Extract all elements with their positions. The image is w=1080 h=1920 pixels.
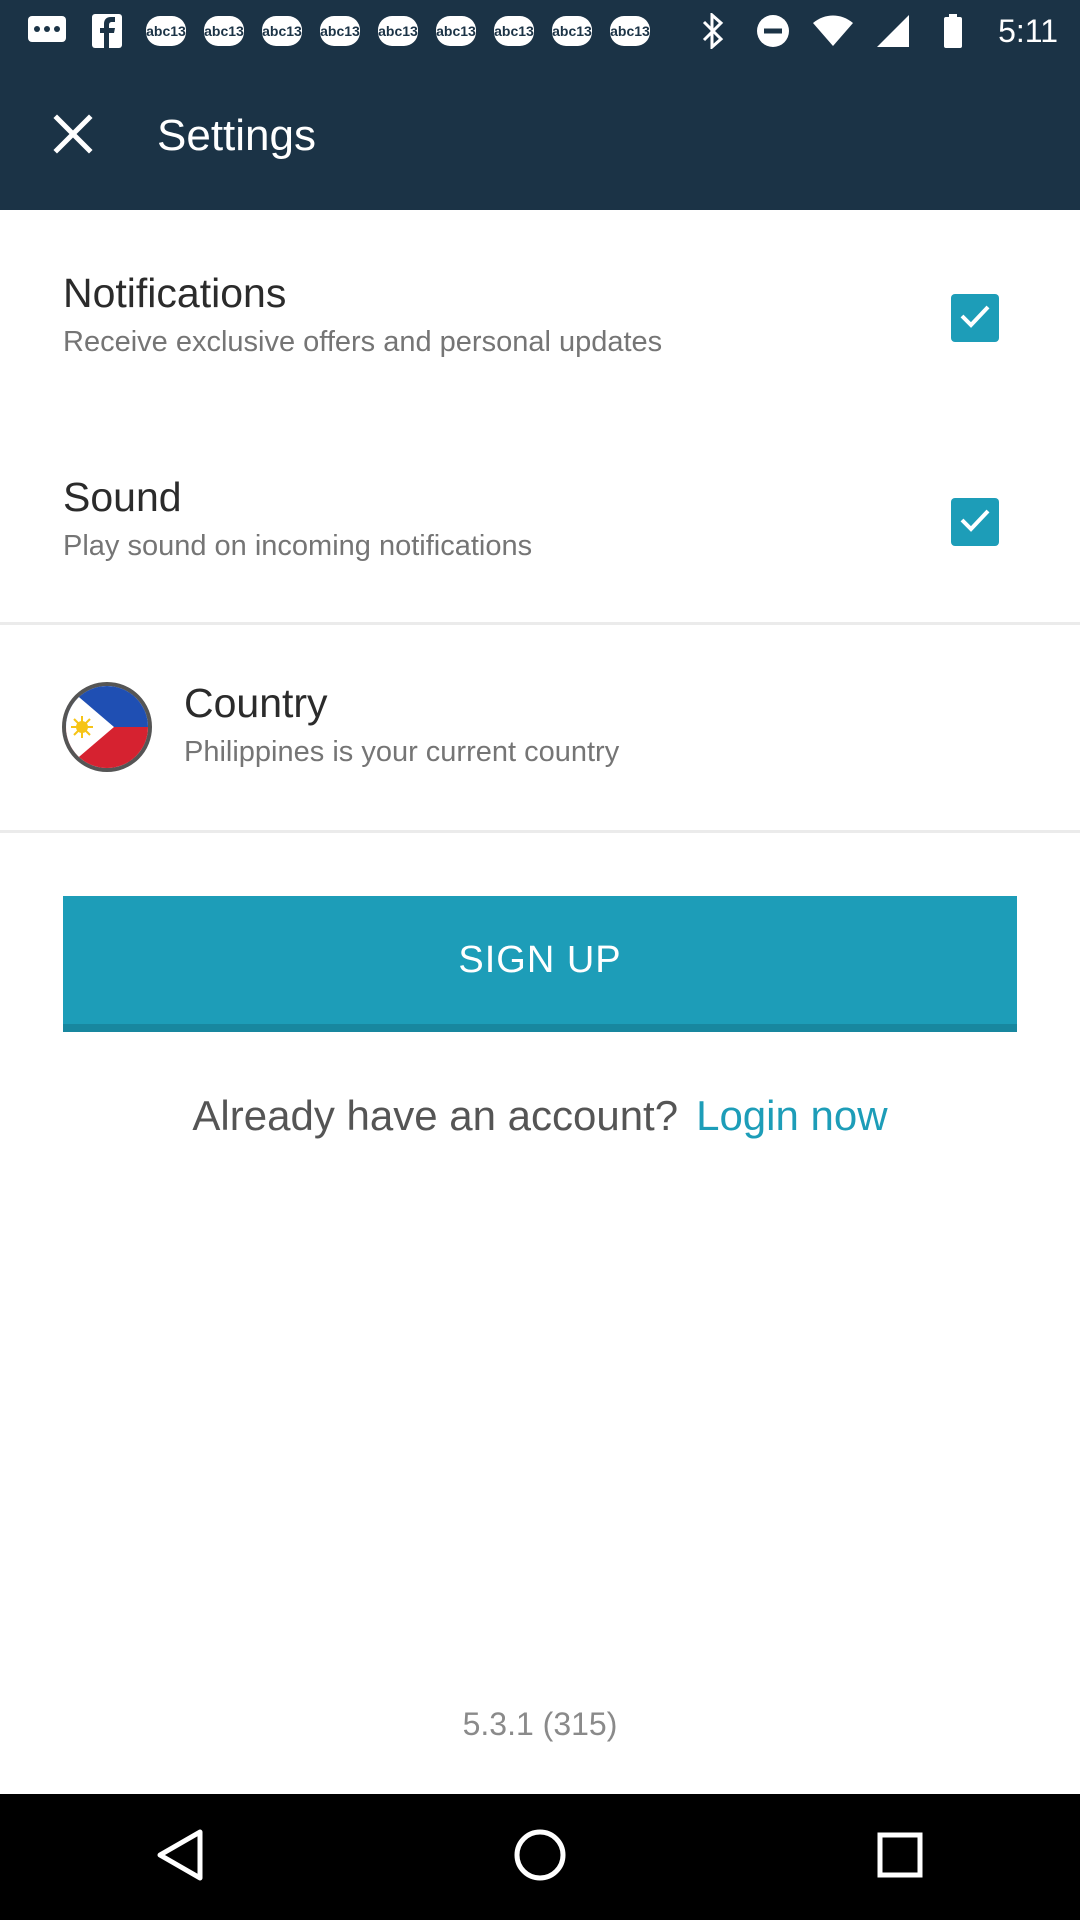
check-icon (959, 507, 991, 538)
divider (0, 830, 1080, 833)
signal-icon (872, 14, 914, 48)
status-right-icons: 5:11 (692, 13, 1058, 50)
country-setting[interactable]: Country Philippines is your current coun… (0, 626, 1080, 830)
sound-setting[interactable]: Sound Play sound on incoming notificatio… (0, 444, 1080, 614)
divider (0, 622, 1080, 625)
abc13-icon: abc13 (320, 16, 360, 46)
sign-up-button[interactable]: SIGN UP (63, 896, 1017, 1032)
check-icon (959, 303, 991, 334)
do-not-disturb-icon (752, 14, 794, 48)
abc13-icon: abc13 (378, 16, 418, 46)
status-bar: abc13 abc13 abc13 abc13 abc13 abc13 abc1… (0, 0, 1080, 62)
abc13-icon: abc13 (552, 16, 592, 46)
notifications-title: Notifications (63, 270, 287, 316)
app-version: 5.3.1 (315) (462, 1706, 618, 1742)
login-prompt: Already have an account? Login now (0, 1092, 1080, 1140)
sound-title: Sound (63, 474, 182, 520)
battery-icon (932, 14, 974, 48)
close-button[interactable] (23, 86, 123, 186)
abc13-icon: abc13 (204, 16, 244, 46)
home-button[interactable] (490, 1807, 590, 1907)
notifications-setting[interactable]: Notifications Receive exclusive offers a… (0, 240, 1080, 410)
close-icon (53, 113, 93, 159)
abc13-icon: abc13 (610, 16, 650, 46)
abc13-icon: abc13 (436, 16, 476, 46)
home-icon (513, 1828, 567, 1887)
login-prompt-text: Already have an account? (192, 1092, 679, 1139)
country-title: Country (184, 680, 328, 726)
login-now-link[interactable]: Login now (696, 1092, 887, 1139)
wifi-icon (812, 14, 854, 48)
facebook-icon (86, 14, 128, 48)
status-time: 5:11 (998, 12, 1058, 49)
message-icon (26, 14, 68, 48)
philippines-flag-icon (62, 682, 152, 772)
back-button[interactable] (130, 1807, 230, 1907)
sound-subtitle: Play sound on incoming notifications (63, 530, 533, 562)
abc13-icon: abc13 (146, 16, 186, 46)
bluetooth-icon (692, 13, 734, 49)
page-title: Settings (157, 111, 316, 160)
abc13-icon: abc13 (494, 16, 534, 46)
back-icon (156, 1828, 204, 1887)
sound-checkbox[interactable] (951, 498, 999, 546)
notifications-subtitle: Receive exclusive offers and personal up… (63, 326, 663, 358)
abc13-icon: abc13 (262, 16, 302, 46)
navigation-bar (0, 1794, 1080, 1920)
recent-apps-button[interactable] (850, 1807, 950, 1907)
recent-apps-icon (876, 1831, 924, 1884)
app-bar: Settings (0, 62, 1080, 210)
country-subtitle: Philippines is your current country (184, 736, 620, 768)
status-left-icons: abc13 abc13 abc13 abc13 abc13 abc13 abc1… (26, 14, 650, 48)
notifications-checkbox[interactable] (951, 294, 999, 342)
